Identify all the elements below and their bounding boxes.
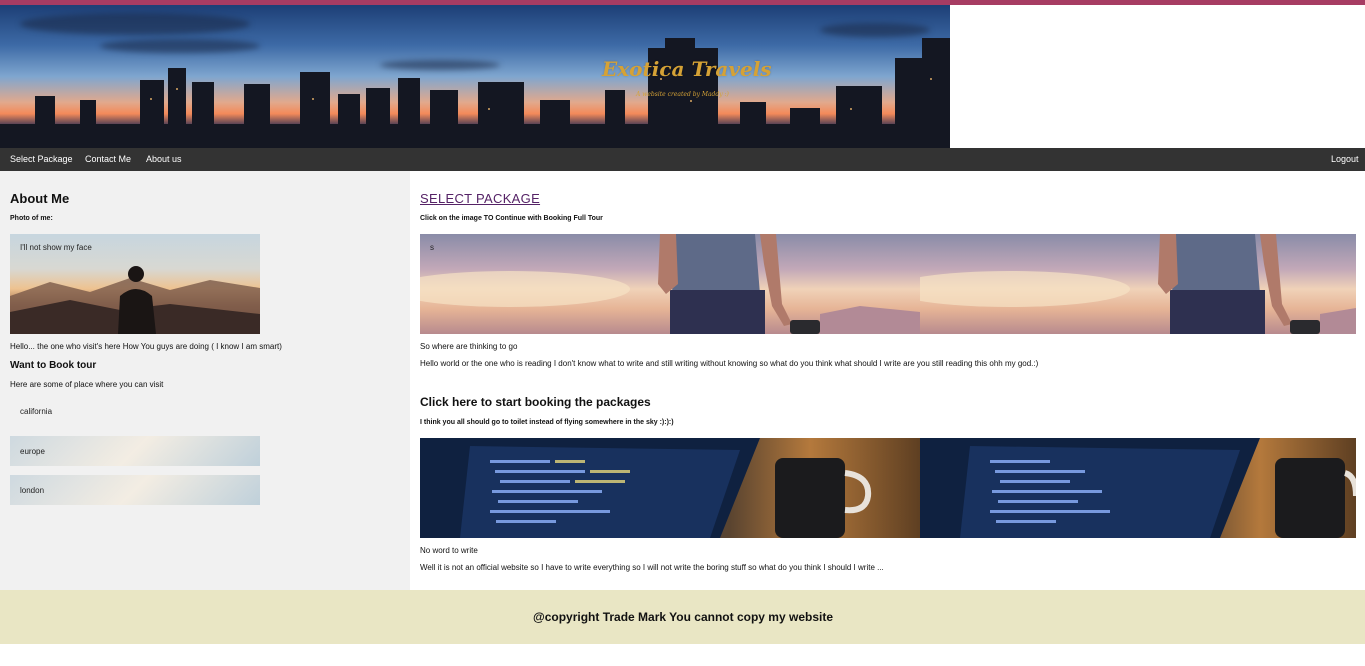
image-mark: s <box>430 243 434 252</box>
photo-label: Photo of me: <box>10 215 53 222</box>
city-skyline-image <box>0 38 950 148</box>
main-content: SELECT PACKAGE Click on the image TO Con… <box>410 171 1365 590</box>
package-image-code[interactable] <box>420 438 920 538</box>
place-card-london[interactable]: london <box>10 475 260 505</box>
nav-contact-me[interactable]: Contact Me <box>85 154 131 164</box>
sidebar: About Me Photo of me: I'll not show my f… <box>0 171 410 590</box>
traveler-suitcase-image <box>920 234 1356 334</box>
section2-title: Click here to start booking the packages <box>420 395 651 409</box>
section1-subtitle: Click on the image TO Continue with Book… <box>420 215 603 222</box>
book-tour-text: Here are some of place where you can vis… <box>10 380 164 389</box>
package-image-code-2[interactable] <box>920 438 1356 538</box>
profile-photo: I'll not show my face <box>10 234 260 334</box>
place-card-europe[interactable]: europe <box>10 436 260 466</box>
select-package-link[interactable]: SELECT PACKAGE <box>420 191 540 206</box>
top-navigation: Select Package Contact Me About us Logou… <box>0 148 1365 171</box>
section2-heading: No word to write <box>420 546 478 555</box>
book-tour-title: Want to Book tour <box>10 360 97 371</box>
nav-about-us[interactable]: About us <box>146 154 182 164</box>
nav-logout[interactable]: Logout <box>1331 154 1359 164</box>
cloud-shape <box>20 13 250 35</box>
intro-text: Hello... the one who visit's here How Yo… <box>10 342 282 351</box>
section2-subtitle: I think you all should go to toilet inst… <box>420 419 674 426</box>
photo-caption: I'll not show my face <box>20 243 92 252</box>
laptop-code-image <box>920 438 1356 538</box>
package-image-travel[interactable]: s <box>420 234 920 334</box>
package-image-travel-2[interactable] <box>920 234 1356 334</box>
footer: @copyright Trade Mark You cannot copy my… <box>0 590 1365 644</box>
place-card-california[interactable]: california <box>10 396 260 426</box>
traveler-suitcase-image <box>420 234 920 334</box>
place-label: london <box>20 486 45 495</box>
about-title: About Me <box>10 191 70 206</box>
place-label: california <box>20 407 53 416</box>
place-label: europe <box>20 447 45 456</box>
site-title: Exotica Travels <box>602 57 772 81</box>
footer-copyright: @copyright Trade Mark You cannot copy my… <box>533 610 833 624</box>
nav-select-package[interactable]: Select Package <box>10 154 73 164</box>
section1-heading: So where are thinking to go <box>420 342 518 351</box>
header-banner: Exotica Travels A website created by Mad… <box>0 5 950 148</box>
section1-text: Hello world or the one who is reading I … <box>420 359 1039 368</box>
site-subtitle: A website created by Maddy :) <box>636 91 729 98</box>
cloud-shape <box>820 23 930 37</box>
laptop-code-image <box>420 438 872 538</box>
section2-text: Well it is not an official website so I … <box>420 563 884 572</box>
